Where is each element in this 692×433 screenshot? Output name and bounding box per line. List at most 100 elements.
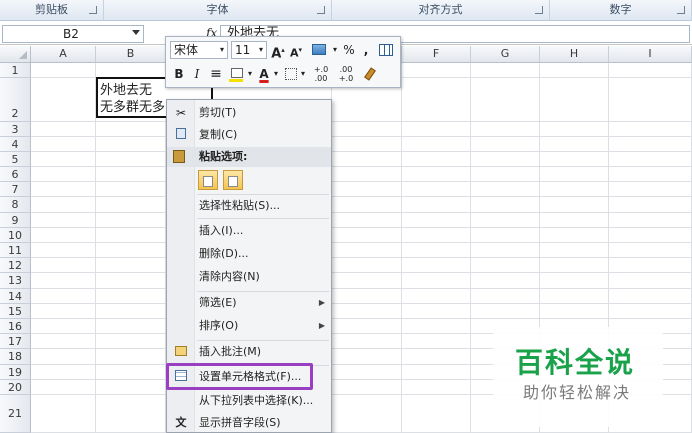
grid-cell[interactable]: [471, 213, 540, 228]
grid-cell[interactable]: [540, 197, 609, 213]
grid-cell[interactable]: [96, 228, 166, 243]
grid-cell[interactable]: [96, 380, 166, 395]
grid-cell[interactable]: [96, 63, 166, 78]
grid-cell[interactable]: [332, 243, 402, 258]
row-header[interactable]: 18: [0, 349, 31, 365]
grid-cell[interactable]: [96, 182, 166, 197]
grid-cell[interactable]: [31, 182, 96, 197]
format-painter-button[interactable]: [362, 65, 378, 83]
grid-cell[interactable]: [540, 213, 609, 228]
grid-cell[interactable]: [332, 182, 402, 197]
grid-cell[interactable]: [96, 334, 166, 349]
grid-cell[interactable]: [471, 243, 540, 258]
comma-button[interactable]: ,: [360, 41, 372, 59]
menu-item-copy[interactable]: 复制(C): [167, 124, 331, 146]
grid-cell[interactable]: [31, 319, 96, 334]
row-header[interactable]: 20: [0, 380, 31, 395]
column-header[interactable]: F: [402, 46, 471, 63]
grid-cell[interactable]: [402, 243, 471, 258]
ribbon-group-clipboard[interactable]: 剪贴板: [0, 0, 104, 21]
grid-cell[interactable]: [609, 228, 692, 243]
dialog-launcher-icon[interactable]: [677, 6, 685, 14]
menu-item-filter[interactable]: 筛选(E) ▶: [167, 292, 331, 314]
grid-cell[interactable]: [31, 122, 96, 137]
grid-cell[interactable]: [31, 228, 96, 243]
grid-cell[interactable]: [31, 273, 96, 289]
grid-cell[interactable]: [609, 122, 692, 137]
row-header[interactable]: 4: [0, 137, 31, 152]
accounting-format-button[interactable]: [308, 41, 330, 59]
grid-cell[interactable]: [96, 304, 166, 319]
column-header[interactable]: B: [96, 46, 166, 63]
grid-cell[interactable]: [332, 395, 402, 433]
grid-cell[interactable]: [471, 167, 540, 182]
grid-cell[interactable]: [332, 228, 402, 243]
grid-cell[interactable]: [402, 395, 471, 433]
grid-cell[interactable]: [402, 197, 471, 213]
paste-values-button[interactable]: [223, 170, 243, 190]
grid-cell[interactable]: [402, 365, 471, 380]
menu-item-sort[interactable]: 排序(O) ▶: [167, 315, 331, 337]
grid-cell[interactable]: [402, 380, 471, 395]
grid-cell[interactable]: [471, 182, 540, 197]
grid-cell[interactable]: [402, 319, 471, 334]
menu-item-show-phonetic[interactable]: 文 显示拼音字段(S): [167, 412, 331, 433]
grid-cell[interactable]: [332, 152, 402, 167]
grid-cell[interactable]: [96, 395, 166, 433]
grid-cell[interactable]: [96, 273, 166, 289]
grid-cell[interactable]: [96, 349, 166, 365]
grid-cell[interactable]: [402, 273, 471, 289]
row-header[interactable]: 16: [0, 319, 31, 334]
row-header[interactable]: 7: [0, 182, 31, 197]
ribbon-group-number[interactable]: 数字: [550, 0, 692, 21]
font-color-button[interactable]: A: [256, 65, 272, 83]
grid-cell[interactable]: [540, 152, 609, 167]
grid-cell[interactable]: [96, 167, 166, 182]
grid-cell[interactable]: [540, 289, 609, 304]
grid-cell[interactable]: [96, 213, 166, 228]
menu-item-clear-contents[interactable]: 清除内容(N): [167, 266, 331, 288]
grid-cell[interactable]: [471, 197, 540, 213]
dialog-launcher-icon[interactable]: [535, 6, 543, 14]
chevron-down-icon[interactable]: [132, 30, 140, 35]
chevron-down-icon[interactable]: ▾: [247, 65, 253, 83]
grid-cell[interactable]: [31, 78, 96, 122]
row-header[interactable]: 3: [0, 122, 31, 137]
grid-cell[interactable]: [540, 137, 609, 152]
column-header[interactable]: H: [540, 46, 609, 63]
grid-cell[interactable]: [96, 137, 166, 152]
bold-button[interactable]: B: [172, 65, 186, 83]
column-header[interactable]: A: [31, 46, 96, 63]
grow-font-button[interactable]: A▴: [271, 41, 285, 61]
grid-cell[interactable]: [609, 213, 692, 228]
grid-cell[interactable]: [540, 228, 609, 243]
row-header[interactable]: 19: [0, 365, 31, 380]
grid-cell[interactable]: [332, 122, 402, 137]
row-header[interactable]: 10: [0, 228, 31, 243]
grid-cell[interactable]: [332, 334, 402, 349]
grid-cell[interactable]: [540, 78, 609, 122]
grid-cell[interactable]: [609, 304, 692, 319]
grid-cell[interactable]: [471, 228, 540, 243]
grid-cell[interactable]: [540, 122, 609, 137]
grid-cell[interactable]: [471, 304, 540, 319]
grid-cell[interactable]: [96, 365, 166, 380]
grid-cell[interactable]: [609, 167, 692, 182]
paste-keep-format-button[interactable]: [198, 170, 218, 190]
grid-cell[interactable]: [31, 243, 96, 258]
grid-cell[interactable]: [402, 167, 471, 182]
menu-item-delete[interactable]: 删除(D)...: [167, 243, 331, 265]
grid-cell[interactable]: [332, 258, 402, 273]
grid-cell[interactable]: [402, 78, 471, 122]
decrease-decimal-button[interactable]: .00 +.0: [335, 65, 357, 83]
grid-cell[interactable]: [540, 304, 609, 319]
grid-cell[interactable]: [31, 258, 96, 273]
grid-cell[interactable]: [332, 349, 402, 365]
grid-cell[interactable]: [402, 137, 471, 152]
grid-cell[interactable]: [332, 365, 402, 380]
grid-cell[interactable]: [31, 380, 96, 395]
grid-cell[interactable]: [31, 304, 96, 319]
grid-cell[interactable]: [402, 182, 471, 197]
chevron-down-icon[interactable]: ▾: [300, 65, 306, 83]
grid-cell[interactable]: [332, 380, 402, 395]
